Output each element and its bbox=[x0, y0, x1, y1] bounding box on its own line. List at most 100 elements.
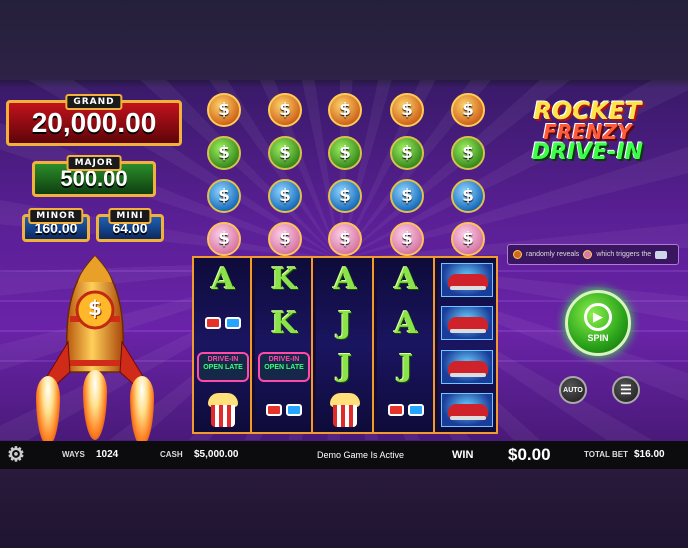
spin-label: SPIN bbox=[587, 333, 609, 343]
red-car-icon bbox=[438, 302, 496, 345]
symbol-j: J bbox=[316, 302, 374, 345]
symbol-j: J bbox=[377, 345, 435, 388]
coin-green-icon: $ bbox=[207, 136, 241, 170]
car-bumper bbox=[450, 372, 486, 377]
symbol-letter: J bbox=[337, 349, 353, 384]
bottom-backdrop bbox=[0, 469, 688, 548]
red-car-icon bbox=[438, 258, 496, 301]
drive-in-sign-icon: DRIVE-IN OPEN LATE bbox=[194, 345, 252, 388]
jackpot-mini-label: MINI bbox=[108, 208, 152, 224]
popcorn-box bbox=[211, 405, 235, 427]
symbol-letter: K bbox=[270, 305, 298, 341]
coin-pink-icon: $ bbox=[328, 222, 362, 256]
3d-glasses-icon bbox=[377, 389, 435, 432]
bottom-bar: ⚙ WAYS 1024 CASH $5,000.00 Demo Game Is … bbox=[0, 441, 688, 469]
logo-line-1: ROCKET bbox=[533, 97, 642, 125]
jackpot-major: MAJOR 500.00 bbox=[32, 155, 156, 197]
bet-stack-button[interactable]: ☰ bbox=[612, 376, 640, 404]
drive-in-sign-icon: DRIVE-IN OPEN LATE bbox=[255, 345, 313, 388]
jackpot-major-label: MAJOR bbox=[66, 155, 122, 171]
drive-in-sign-graphic: DRIVE-IN OPEN LATE bbox=[197, 351, 249, 382]
coin-icon bbox=[583, 250, 593, 259]
coin-gold-icon: $ bbox=[390, 93, 424, 127]
coin-green-icon: $ bbox=[390, 136, 424, 170]
coin-blue-icon: $ bbox=[268, 179, 302, 213]
total-bet-value: $16.00 bbox=[634, 449, 665, 460]
popcorn-icon bbox=[316, 389, 374, 432]
feature-icon bbox=[655, 250, 668, 259]
jackpot-grand-label: GRAND bbox=[65, 94, 123, 110]
car-bumper bbox=[450, 329, 486, 333]
coin-green-icon: $ bbox=[451, 136, 485, 170]
popcorn-graphic bbox=[330, 393, 360, 427]
jackpot-mini: MINI 64.00 bbox=[96, 208, 164, 242]
symbol-letter: A bbox=[394, 305, 418, 341]
coin-gold-icon: $ bbox=[328, 93, 362, 127]
coin-green-icon: $ bbox=[268, 136, 302, 170]
lens-right bbox=[408, 404, 424, 416]
cash-label: CASH bbox=[160, 450, 183, 459]
symbol-letter: A bbox=[211, 262, 235, 297]
red-car-graphic bbox=[441, 349, 493, 384]
play-icon: ▶ bbox=[584, 303, 612, 331]
win-label: WIN bbox=[452, 449, 474, 461]
symbol-letter: J bbox=[337, 305, 353, 341]
lens-left bbox=[388, 404, 404, 416]
info-text-2: which triggers the bbox=[596, 251, 652, 258]
win-value: $0.00 bbox=[508, 445, 551, 464]
cash-value: $5,000.00 bbox=[194, 449, 239, 460]
lens-left bbox=[205, 317, 221, 329]
coin-green-icon: $ bbox=[328, 136, 362, 170]
coin-pink-icon: $ bbox=[268, 222, 302, 256]
red-car-icon bbox=[438, 345, 496, 388]
coin-stack-icon: ☰ bbox=[620, 382, 632, 397]
jackpot-grand: GRAND 20,000.00 bbox=[6, 94, 182, 146]
rocket-icon: $ bbox=[36, 252, 154, 446]
sign-line-1: DRIVE-IN bbox=[207, 355, 239, 363]
reel-area: A DRIVE-IN OPEN LATE K K DRIVE-IN OPEN LATE A J J… bbox=[192, 256, 498, 434]
game-screen: GRAND 20,000.00 MAJOR 500.00 MINOR 160.0… bbox=[0, 0, 688, 548]
coin-blue-icon: $ bbox=[207, 179, 241, 213]
total-bet-label: TOTAL BET bbox=[584, 450, 628, 459]
symbol-k: K bbox=[255, 302, 313, 345]
symbol-a: A bbox=[316, 258, 374, 301]
top-band bbox=[0, 0, 688, 80]
sign-line-2: OPEN LATE bbox=[203, 363, 243, 371]
symbol-a: A bbox=[377, 258, 435, 301]
car-bumper bbox=[450, 285, 486, 290]
autoplay-label: AUTO bbox=[563, 386, 583, 394]
symbol-j: J bbox=[316, 345, 374, 388]
3d-glasses-icon bbox=[194, 302, 252, 345]
symbol-a: A bbox=[377, 302, 435, 345]
3d-glasses-graphic bbox=[264, 402, 304, 418]
demo-status: Demo Game Is Active bbox=[317, 450, 405, 460]
symbol-k: K bbox=[255, 258, 313, 301]
autoplay-button[interactable]: AUTO bbox=[559, 376, 587, 404]
symbol-letter: A bbox=[333, 262, 357, 297]
coin-gold-icon: $ bbox=[268, 93, 302, 127]
reel-3: AJJ bbox=[316, 258, 374, 432]
car-bumper bbox=[450, 416, 486, 420]
logo-line-3: DRIVE-IN bbox=[531, 140, 644, 165]
coin-gold-icon: $ bbox=[207, 93, 241, 127]
coin-pink-icon: $ bbox=[390, 222, 424, 256]
red-car-graphic bbox=[441, 262, 493, 297]
gear-icon[interactable]: ⚙ bbox=[4, 443, 28, 467]
lens-right bbox=[225, 317, 241, 329]
coin-pink-icon: $ bbox=[207, 222, 241, 256]
red-car-icon bbox=[438, 389, 496, 432]
red-car-graphic bbox=[441, 393, 493, 427]
popcorn-icon bbox=[194, 389, 252, 432]
spin-button[interactable]: ▶ SPIN bbox=[565, 290, 631, 356]
3d-glasses-icon bbox=[255, 389, 313, 432]
lens-left bbox=[266, 404, 282, 416]
ways-value: 1024 bbox=[96, 449, 119, 460]
jackpot-minor-label: MINOR bbox=[28, 208, 84, 224]
game-logo: ROCKET FRENZY DRIVE-IN bbox=[505, 97, 670, 170]
coin-blue-icon: $ bbox=[390, 179, 424, 213]
reel-2: K K DRIVE-IN OPEN LATE bbox=[255, 258, 313, 432]
reel-1: A DRIVE-IN OPEN LATE bbox=[194, 258, 252, 432]
symbol-letter: J bbox=[398, 349, 414, 384]
3d-glasses-graphic bbox=[386, 402, 426, 418]
drive-in-sign-graphic: DRIVE-IN OPEN LATE bbox=[258, 351, 310, 382]
